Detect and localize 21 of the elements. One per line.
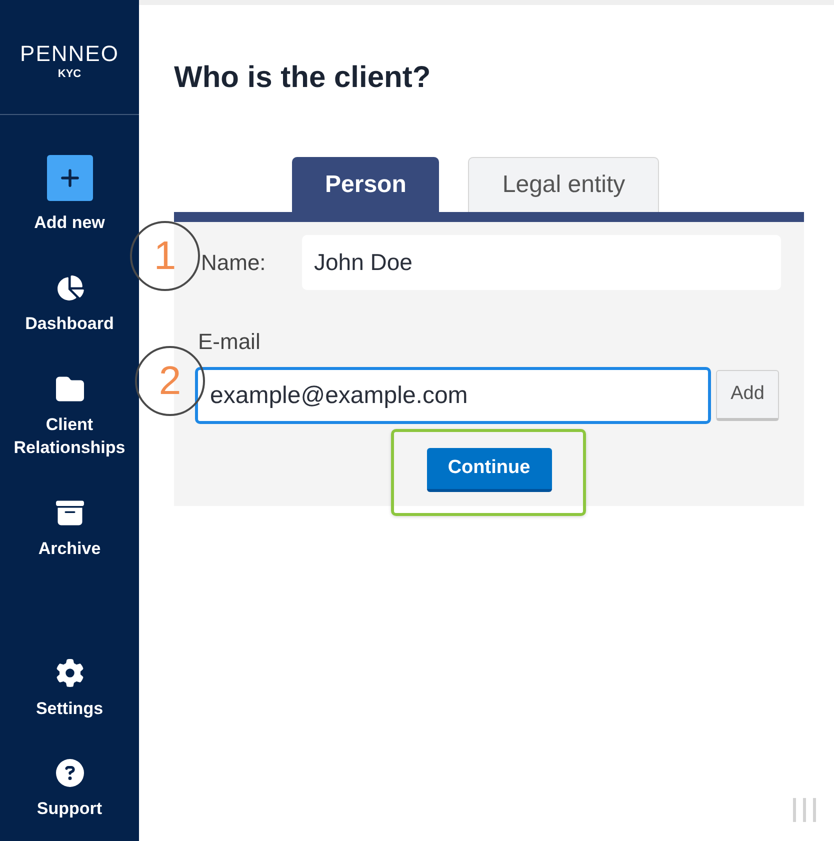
email-input[interactable]: example@example.com — [195, 367, 711, 424]
page-title: Who is the client? — [174, 60, 432, 96]
resize-grip-icon[interactable] — [793, 798, 816, 822]
plus-icon — [46, 155, 92, 201]
help-icon — [56, 759, 84, 787]
tab[interactable]: Person — [292, 157, 440, 212]
continue-button[interactable]: Continue — [426, 448, 552, 492]
sidebar-item[interactable]: Settings — [0, 659, 139, 720]
product-label: KYC — [58, 67, 82, 81]
settings-icon — [56, 659, 84, 687]
field-label: Name: — [201, 249, 267, 277]
pie-chart-icon — [56, 274, 84, 302]
step-marker: 1 — [130, 221, 200, 291]
add-button[interactable]: Add — [716, 370, 779, 421]
sidebar-item[interactable]: Support — [0, 759, 139, 820]
folder-icon — [56, 375, 84, 403]
logo-wordmark: PENNEO — [20, 41, 119, 67]
name-input[interactable]: John Doe — [302, 235, 781, 290]
archive-box-icon — [56, 499, 84, 527]
sidebar-item[interactable]: Archive — [0, 499, 139, 560]
tab[interactable]: Legal entity — [468, 157, 660, 212]
